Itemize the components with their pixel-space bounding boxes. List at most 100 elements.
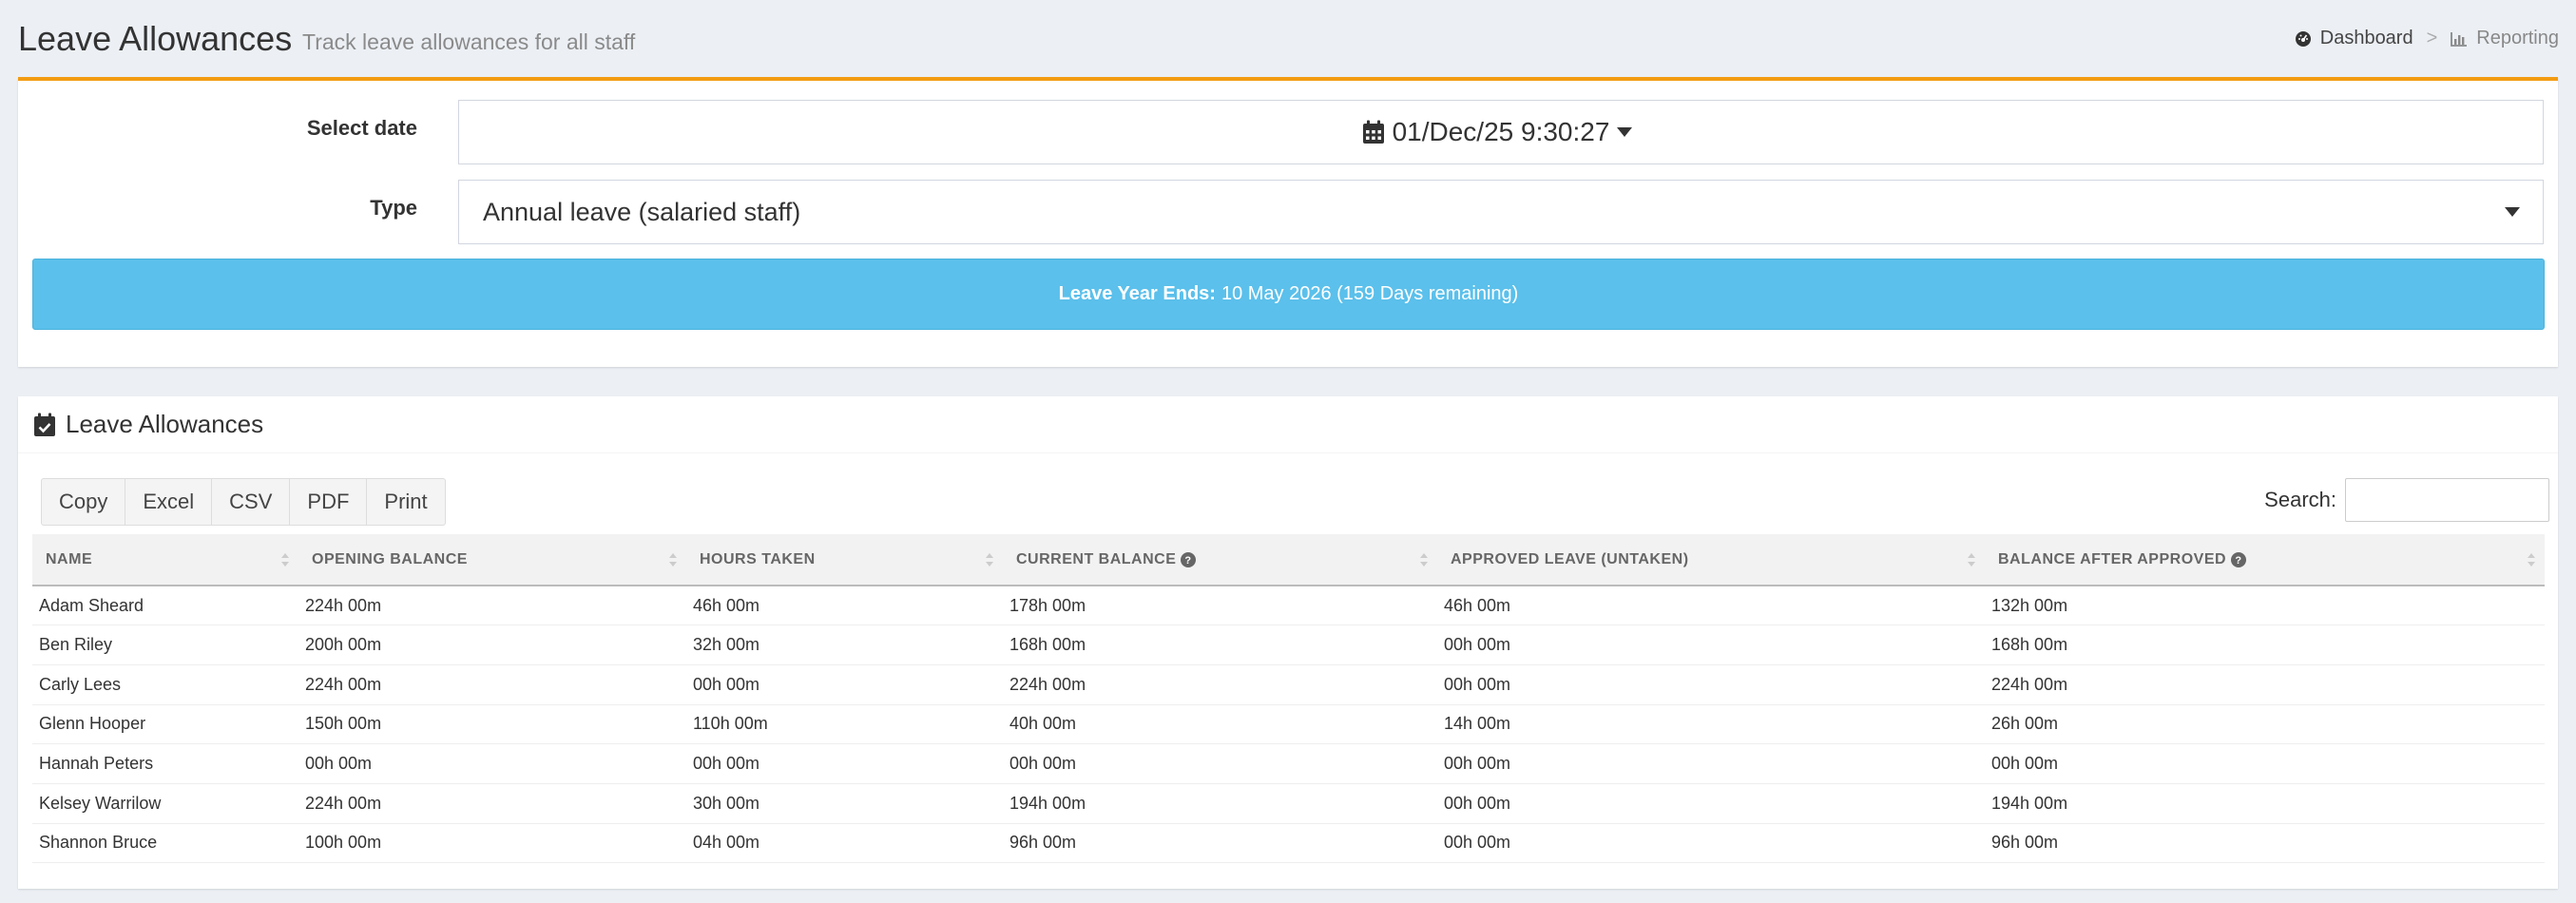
column-header[interactable]: Name xyxy=(32,534,298,586)
table-cell: 00h 00m xyxy=(1437,624,1985,665)
table-cell: 194h 00m xyxy=(1985,783,2545,824)
breadcrumb-dashboard-label: Dashboard xyxy=(2319,28,2413,48)
breadcrumb-dashboard[interactable]: Dashboard xyxy=(2295,28,2413,49)
column-header-content: Name xyxy=(46,551,92,568)
search-label: Search: xyxy=(2264,488,2336,511)
table-cell: 224h 00m xyxy=(1003,664,1437,705)
date-value: 01/Dec/25 9:30:27 xyxy=(1392,117,1610,146)
table-row: Hannah Peters 00h 00m 00h 00m 00h 00m 00h 00… xyxy=(32,743,2545,784)
breadcrumb-separator: > xyxy=(2426,28,2438,48)
breadcrumb: Dashboard > Reporting xyxy=(2295,28,2559,49)
table-cell: 168h 00m xyxy=(1985,624,2545,665)
date-picker[interactable]: 01/Dec/25 9:30:27 xyxy=(458,100,2544,164)
column-header-label: Hours Taken xyxy=(700,550,816,567)
column-header[interactable]: Approved Leave (Untaken) xyxy=(1437,534,1985,586)
type-select[interactable]: Annual leave (salaried staff) xyxy=(458,180,2544,244)
dashboard-icon xyxy=(2295,30,2311,47)
table-header-row: Name Opening Balance Hours Taken Current Ba… xyxy=(32,534,2545,586)
sort-icon xyxy=(1420,552,1428,567)
table-cell: 168h 00m xyxy=(1003,624,1437,665)
table-cell: 224h 00m xyxy=(298,783,686,824)
table-cell: Hannah Peters xyxy=(32,743,298,784)
svg-text:?: ? xyxy=(2235,555,2241,567)
column-header-label: Current Balance xyxy=(1016,550,1177,567)
table-cell: 00h 00m xyxy=(686,743,1003,784)
excel-button[interactable]: Excel xyxy=(125,479,213,525)
table-cell: Shannon Bruce xyxy=(32,823,298,864)
column-header[interactable]: Opening Balance xyxy=(298,534,686,586)
select-date-label: Select date xyxy=(306,116,417,140)
caret-down-icon xyxy=(1617,127,1633,137)
column-header-content: Balance After Approved? xyxy=(1998,550,2247,568)
column-header-label: Approved Leave (Untaken) xyxy=(1451,550,1689,567)
svg-text:?: ? xyxy=(1185,555,1192,567)
table-cell: 224h 00m xyxy=(1985,664,2545,705)
table-cell: 46h 00m xyxy=(1437,586,1985,626)
table-cell: 14h 00m xyxy=(1437,704,1985,745)
column-header[interactable]: Balance After Approved? xyxy=(1985,534,2545,586)
allowances-table: Name Opening Balance Hours Taken Current Ba… xyxy=(32,534,2545,864)
table-cell: 00h 00m xyxy=(298,743,686,784)
sort-icon xyxy=(2528,552,2535,567)
table-row: Ben Riley 200h 00m 32h 00m 168h 00m 00h 00m 1… xyxy=(32,624,2545,665)
table-cell: 224h 00m xyxy=(298,586,686,626)
table-cell: 200h 00m xyxy=(298,624,686,665)
export-button-group: Copy Excel CSV PDF Print xyxy=(41,478,446,526)
table-cell: 32h 00m xyxy=(686,624,1003,665)
copy-button[interactable]: Copy xyxy=(42,479,126,525)
column-header-label: Balance After Approved xyxy=(1998,550,2227,567)
table-row: Carly Lees 224h 00m 00h 00m 224h 00m 00h 00m… xyxy=(32,664,2545,705)
table-row: Glenn Hooper 150h 00m 110h 00m 40h 00m 14h 0… xyxy=(32,704,2545,745)
allowances-box-title: Leave Allowances xyxy=(66,410,264,438)
table-cell: 26h 00m xyxy=(1985,704,2545,745)
page-subtitle: Track leave allowances for all staff xyxy=(302,29,636,54)
calendar-check-icon xyxy=(34,413,55,436)
type-value: Annual leave (salaried staff) xyxy=(483,197,801,226)
column-header-content: Hours Taken xyxy=(700,551,816,568)
table-cell: Glenn Hooper xyxy=(32,704,298,745)
table-cell: 224h 00m xyxy=(298,664,686,705)
calendar-icon xyxy=(1362,120,1384,144)
table-cell: 00h 00m xyxy=(1437,783,1985,824)
table-cell: 96h 00m xyxy=(1985,823,2545,864)
page-title: Leave Allowances xyxy=(18,19,293,58)
csv-button[interactable]: CSV xyxy=(212,479,291,525)
table-cell: 00h 00m xyxy=(1437,823,1985,864)
search-input[interactable] xyxy=(2345,478,2549,522)
table-row: Shannon Bruce 100h 00m 04h 00m 96h 00m 00h 0… xyxy=(32,823,2545,864)
allowances-box-header: Leave Allowances xyxy=(18,396,2558,453)
help-icon[interactable]: ? xyxy=(1181,551,1197,567)
table-cell: 96h 00m xyxy=(1003,823,1437,864)
breadcrumb-reporting: Reporting xyxy=(2451,28,2559,49)
column-header[interactable]: Hours Taken xyxy=(686,534,1003,586)
table-cell: Adam Sheard xyxy=(32,586,298,626)
column-header-label: Opening Balance xyxy=(312,550,468,567)
breadcrumb-reporting-label: Reporting xyxy=(2476,28,2559,48)
leave-year-info-bar: Leave Year Ends: 10 May 2026 (159 Days r… xyxy=(32,259,2545,330)
table-cell: 00h 00m xyxy=(1003,743,1437,784)
table-body: Adam Sheard 224h 00m 46h 00m 178h 00m 46h 00… xyxy=(32,586,2545,864)
print-button[interactable]: Print xyxy=(367,479,444,525)
table-cell: 178h 00m xyxy=(1003,586,1437,626)
table-cell: 150h 00m xyxy=(298,704,686,745)
pdf-button[interactable]: PDF xyxy=(290,479,368,525)
bar-chart-icon xyxy=(2451,31,2468,47)
page-header: Leave Allowances Track leave allowances … xyxy=(0,0,2576,78)
column-header-label: Name xyxy=(46,550,93,567)
table-cell: 30h 00m xyxy=(686,783,1003,824)
column-header[interactable]: Current Balance? xyxy=(1003,534,1437,586)
table-cell: 110h 00m xyxy=(686,704,1003,745)
table-row: Adam Sheard 224h 00m 46h 00m 178h 00m 46h 00… xyxy=(32,586,2545,626)
help-icon[interactable]: ? xyxy=(2231,551,2247,567)
search-wrap: Search: xyxy=(2264,478,2549,522)
leave-year-label: Leave Year Ends: xyxy=(1058,283,1216,304)
table-cell: 100h 00m xyxy=(298,823,686,864)
table-cell: 00h 00m xyxy=(1985,743,2545,784)
table-cell: 46h 00m xyxy=(686,586,1003,626)
sort-icon xyxy=(1968,552,1975,567)
allowances-box: Leave Allowances Copy Excel CSV PDF Prin… xyxy=(18,396,2558,889)
table-cell: 00h 00m xyxy=(1437,743,1985,784)
table-cell: 194h 00m xyxy=(1003,783,1437,824)
table-row: Kelsey Warrilow 224h 00m 30h 00m 194h 00m 00… xyxy=(32,783,2545,824)
table-cell: 04h 00m xyxy=(686,823,1003,864)
